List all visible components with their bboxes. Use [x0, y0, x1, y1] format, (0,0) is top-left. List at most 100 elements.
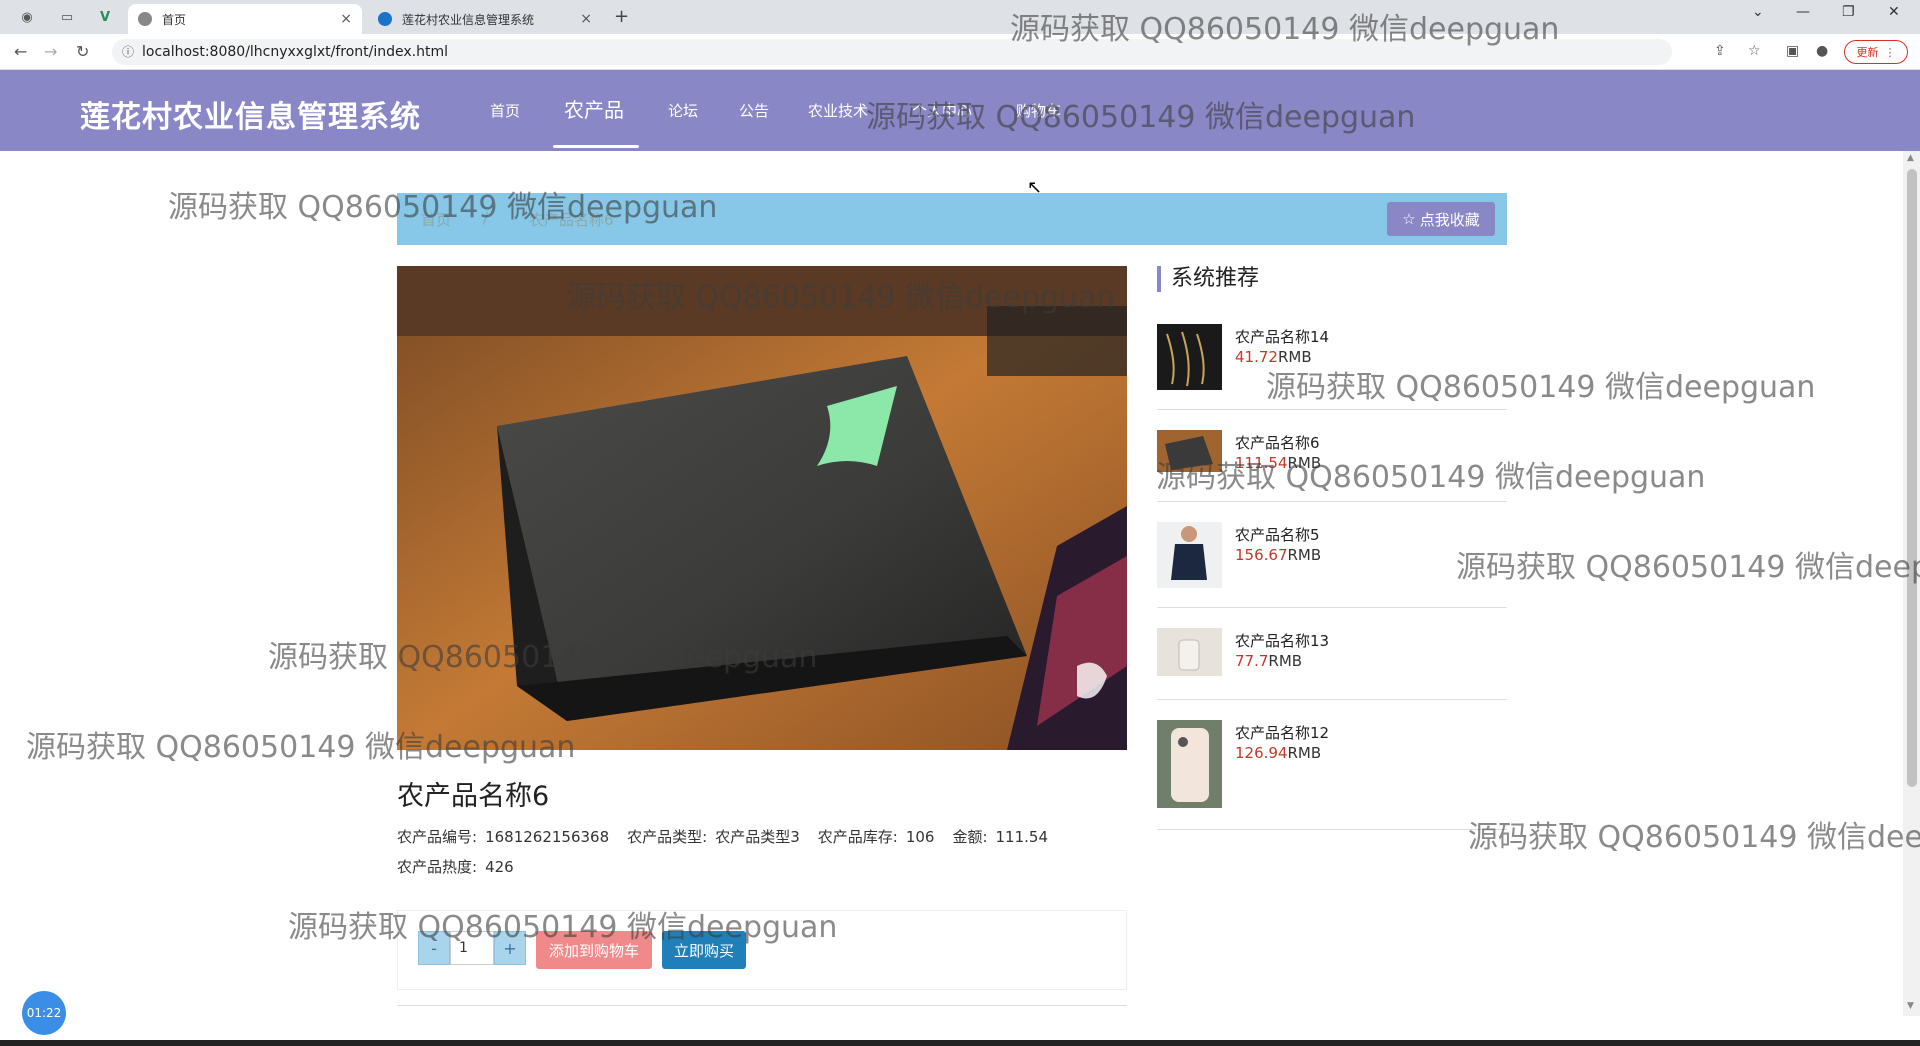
breadcrumb-home[interactable]: 首页	[421, 209, 451, 230]
recommend-thumbnail[interactable]	[1157, 324, 1222, 390]
update-button[interactable]: 更新 ⋮	[1844, 40, 1908, 64]
reload-icon[interactable]: ↻	[76, 42, 89, 61]
recommend-item[interactable]: 农产品名称5 156.67RMB	[1157, 522, 1507, 608]
breadcrumb-current: 农产品名称6	[529, 211, 614, 229]
pinned-tab-icon[interactable]: ▭	[50, 4, 84, 30]
recommend-item-name[interactable]: 农产品名称12	[1235, 722, 1329, 743]
forward-icon[interactable]: →	[44, 42, 57, 61]
price-value: 77.7	[1235, 652, 1269, 670]
product-details: 农产品编号: 1681262156368 农产品类型: 农产品类型3 农产品库存: 106…	[397, 822, 1127, 882]
nav-forum[interactable]: 论坛	[668, 100, 698, 121]
site-favicon-icon	[378, 12, 392, 26]
recommend-item[interactable]: 农产品名称6 111.54RMB	[1157, 430, 1507, 502]
nav-home[interactable]: 首页	[490, 100, 520, 121]
recommend-item[interactable]: 农产品名称12 126.94RMB	[1157, 720, 1507, 830]
share-icon[interactable]: ⇪	[1714, 43, 1726, 59]
nav-user-center[interactable]: 个人中心	[912, 100, 972, 121]
recording-timer: 01:22	[22, 991, 66, 1035]
favorite-button[interactable]: ☆ 点我收藏	[1387, 202, 1495, 236]
info-icon[interactable]: ⓘ	[122, 43, 134, 60]
scroll-up-icon[interactable]: ▲	[1907, 153, 1914, 163]
thumbnail-image	[1178, 639, 1200, 671]
maximize-button[interactable]: ❐	[1842, 4, 1855, 20]
recommend-thumbnail[interactable]	[1157, 522, 1222, 588]
back-icon[interactable]: ←	[14, 42, 27, 61]
close-window-button[interactable]: ✕	[1888, 4, 1900, 20]
star-icon: ☆	[1402, 210, 1416, 228]
price-unit: RMB	[1268, 652, 1303, 670]
add-to-cart-button[interactable]: 添加到购物车	[536, 931, 652, 969]
quantity-increase-button[interactable]: +	[494, 931, 526, 965]
field-label-stock: 农产品库存:	[817, 828, 898, 846]
price-value: 126.94	[1235, 744, 1288, 762]
thumbnail-image	[1171, 728, 1209, 802]
price-unit: RMB	[1277, 348, 1312, 366]
recommend-item-name[interactable]: 农产品名称5	[1235, 524, 1320, 545]
price-unit: RMB	[1287, 454, 1322, 472]
laptop-photo	[397, 266, 1127, 750]
product-image	[397, 266, 1127, 750]
field-value-heat: 426	[485, 858, 514, 876]
field-value-stock: 106	[905, 828, 935, 846]
field-value-amount: 111.54	[995, 828, 1049, 846]
profile-icon[interactable]: ●	[1816, 43, 1828, 59]
pinned-tab-icon[interactable]: ◉	[10, 4, 44, 30]
browser-tab-home[interactable]: 首页 ×	[128, 4, 362, 34]
watermark: 源码获取 QQ86050149 微信deepguan	[1456, 550, 1920, 585]
new-tab-button[interactable]: +	[614, 6, 629, 27]
recommend-item-name[interactable]: 农产品名称6	[1235, 432, 1320, 453]
recommend-item[interactable]: 农产品名称14 41.72RMB	[1157, 324, 1507, 410]
nav-products[interactable]: 农产品	[564, 94, 624, 123]
quantity-decrease-button[interactable]: -	[418, 931, 450, 965]
vue-tab-icon[interactable]: V	[88, 4, 122, 30]
recommend-item-name[interactable]: 农产品名称13	[1235, 630, 1329, 651]
nav-cart[interactable]: 购物车	[1016, 100, 1061, 121]
close-icon[interactable]: ×	[340, 11, 352, 27]
sidebar-icon[interactable]: ▣	[1786, 43, 1799, 59]
buy-now-button[interactable]: 立即购买	[662, 931, 746, 969]
scroll-down-icon[interactable]: ▼	[1907, 1001, 1914, 1011]
menu-dots-icon: ⋮	[1884, 45, 1896, 59]
scroll-thumb[interactable]	[1907, 169, 1917, 787]
address-bar-row: ← → ↻ ⓘ localhost:8080/lhcnyxxglxt/front…	[0, 34, 1920, 70]
recommend-item-price: 156.67RMB	[1235, 546, 1321, 564]
breadcrumb: 首页 / 农产品名称6 ☆ 点我收藏	[397, 193, 1507, 245]
close-icon[interactable]: ×	[580, 11, 592, 27]
price-value: 156.67	[1235, 546, 1288, 564]
nav-agri-tech[interactable]: 农业技术	[808, 100, 868, 121]
site-brand[interactable]: 莲花村农业信息管理系统	[80, 92, 421, 136]
thumbnail-image	[1171, 526, 1207, 580]
recommend-thumbnail[interactable]	[1157, 628, 1222, 676]
recommend-thumbnail[interactable]	[1157, 430, 1222, 472]
page-scrollbar[interactable]: ▲ ▼	[1903, 151, 1920, 1016]
recommend-item[interactable]: 农产品名称13 77.7RMB	[1157, 628, 1507, 700]
recommend-item-name[interactable]: 农产品名称14	[1235, 326, 1329, 347]
field-label-code: 农产品编号:	[397, 828, 478, 846]
purchase-box: - 1 + 添加到购物车 立即购买	[397, 910, 1127, 990]
minimize-button[interactable]: —	[1796, 4, 1810, 20]
field-label-amount: 金额:	[952, 828, 988, 846]
bookmark-star-icon[interactable]: ☆	[1748, 43, 1761, 59]
quantity-input[interactable]: 1	[450, 931, 494, 965]
thumbnail-image	[1165, 436, 1213, 470]
site-header: 莲花村农业信息管理系统 首页 农产品 论坛 公告 农业技术 个人中心 购物车	[0, 70, 1920, 151]
divider	[397, 1005, 1127, 1006]
url-text: localhost:8080/lhcnyxxglxt/front/index.h…	[142, 44, 449, 60]
tab-title: 首页	[162, 12, 187, 27]
recommend-thumbnail[interactable]	[1157, 720, 1222, 808]
product-name: 农产品名称6	[397, 781, 550, 812]
tab-search-icon[interactable]: ⌄	[1752, 4, 1764, 20]
update-label: 更新	[1856, 46, 1879, 59]
thumbnail-image	[1166, 331, 1205, 387]
breadcrumb-separator: /	[483, 209, 489, 227]
field-label-heat: 农产品热度:	[397, 858, 478, 876]
browser-tab-system[interactable]: 莲花村农业信息管理系统 ×	[368, 4, 602, 34]
price-value: 111.54	[1235, 454, 1288, 472]
browser-tab-bar: ◉ ▭ V 首页 × 莲花村农业信息管理系统 × + ⌄ — ❐ ✕	[0, 0, 1920, 34]
price-unit: RMB	[1287, 546, 1322, 564]
recommend-item-price: 126.94RMB	[1235, 744, 1321, 762]
favorite-label: 点我收藏	[1419, 210, 1480, 229]
recommend-item-price: 111.54RMB	[1235, 454, 1321, 472]
nav-notice[interactable]: 公告	[739, 100, 769, 121]
url-field[interactable]: ⓘ localhost:8080/lhcnyxxglxt/front/index…	[112, 39, 1672, 65]
